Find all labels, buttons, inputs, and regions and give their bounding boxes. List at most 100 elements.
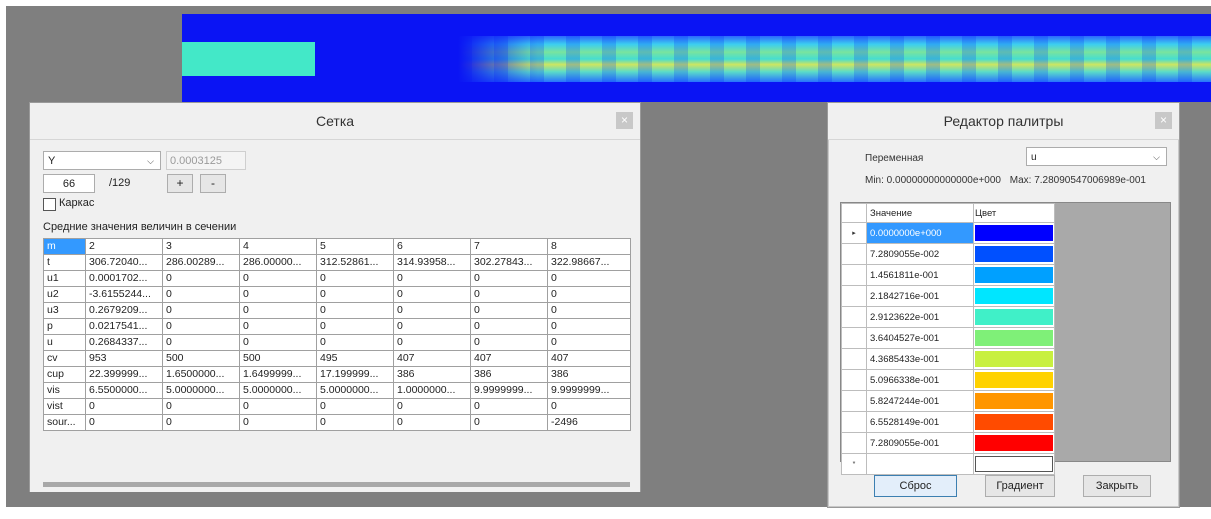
- table-row-label[interactable]: t: [43, 254, 86, 271]
- table-cell[interactable]: -2496: [547, 414, 631, 431]
- table-cell[interactable]: 0: [316, 414, 394, 431]
- table-cell[interactable]: 407: [393, 350, 471, 367]
- table-cell[interactable]: 0: [162, 334, 240, 351]
- palette-window-close-button[interactable]: ×: [1155, 112, 1172, 129]
- table-cell[interactable]: 0: [239, 398, 317, 415]
- palette-value-cell[interactable]: 7.2809055e-001: [866, 432, 974, 454]
- table-cell[interactable]: 0: [547, 270, 631, 287]
- table-cell[interactable]: 312.52861...: [316, 254, 394, 271]
- table-row[interactable]: vist 0 0 0 0 0 0 0: [43, 398, 631, 415]
- palette-color-cell[interactable]: [973, 243, 1055, 265]
- table-cell[interactable]: 6: [393, 238, 471, 255]
- palette-value-cell[interactable]: [866, 453, 974, 475]
- color-column-header[interactable]: Цвет: [973, 203, 1055, 223]
- table-cell[interactable]: 5.0000000...: [239, 382, 317, 399]
- table-cell[interactable]: 9.9999999...: [547, 382, 631, 399]
- table-cell[interactable]: 5.0000000...: [316, 382, 394, 399]
- palette-value-cell[interactable]: 1.4561811e-001: [866, 264, 974, 286]
- table-cell[interactable]: 0: [470, 302, 548, 319]
- table-cell[interactable]: 286.00000...: [239, 254, 317, 271]
- reset-button[interactable]: Сброс: [874, 475, 957, 497]
- palette-row[interactable]: 5.0966338e-001: [841, 369, 1055, 391]
- table-cell[interactable]: 386: [547, 366, 631, 383]
- palette-value-cell[interactable]: 2.9123622e-001: [866, 306, 974, 328]
- table-cell[interactable]: 0: [547, 334, 631, 351]
- palette-row[interactable]: 1.4561811e-001: [841, 264, 1055, 286]
- table-cell[interactable]: 0: [393, 414, 471, 431]
- table-cell[interactable]: 500: [162, 350, 240, 367]
- table-cell[interactable]: 0.0217541...: [85, 318, 163, 335]
- palette-color-cell[interactable]: [973, 327, 1055, 349]
- table-cell[interactable]: 0: [316, 318, 394, 335]
- table-cell[interactable]: 6.5500000...: [85, 382, 163, 399]
- table-cell[interactable]: 407: [470, 350, 548, 367]
- palette-color-cell[interactable]: [973, 306, 1055, 328]
- table-cell[interactable]: 0: [393, 302, 471, 319]
- table-cell[interactable]: 22.399999...: [85, 366, 163, 383]
- table-row[interactable]: sour... 0 0 0 0 0 0 -2496: [43, 414, 631, 431]
- row-indicator[interactable]: [841, 390, 867, 412]
- section-averages-table[interactable]: m 2 3 4 5 6 7 8 t 306.72040... 286.00289... 286.000…: [43, 238, 631, 431]
- variable-select[interactable]: u ⌵: [1026, 147, 1167, 166]
- flow-visualization[interactable]: [182, 14, 1211, 102]
- table-cell[interactable]: 0: [470, 398, 548, 415]
- palette-grid[interactable]: Значение Цвет ▸ 0.0000000e+000 7.2809055e-…: [840, 202, 1171, 475]
- table-row[interactable]: cv 953 500 500 495 407 407 407: [43, 350, 631, 367]
- table-cell[interactable]: 0: [547, 318, 631, 335]
- row-indicator[interactable]: [841, 348, 867, 370]
- table-cell[interactable]: 0: [239, 270, 317, 287]
- table-row[interactable]: p 0.0217541... 0 0 0 0 0 0: [43, 318, 631, 335]
- palette-color-cell[interactable]: [973, 453, 1055, 475]
- table-cell[interactable]: 0: [393, 318, 471, 335]
- table-row[interactable]: cup 22.399999... 1.6500000... 1.6499999... 1…: [43, 366, 631, 383]
- table-cell[interactable]: 0: [239, 302, 317, 319]
- palette-color-cell[interactable]: [973, 264, 1055, 286]
- palette-window-titlebar[interactable]: Редактор палитры ×: [828, 103, 1179, 139]
- table-cell[interactable]: 0: [239, 334, 317, 351]
- axis-select[interactable]: Y ⌵: [43, 151, 161, 170]
- table-cell[interactable]: 5.0000000...: [162, 382, 240, 399]
- table-cell[interactable]: 0: [316, 302, 394, 319]
- table-cell[interactable]: 322.98667...: [547, 254, 631, 271]
- value-column-header[interactable]: Значение: [866, 203, 974, 223]
- table-cell[interactable]: 500: [239, 350, 317, 367]
- grid-window-close-button[interactable]: ×: [616, 112, 633, 129]
- palette-row[interactable]: 3.6404527e-001: [841, 327, 1055, 349]
- table-row[interactable]: u 0.2684337... 0 0 0 0 0 0: [43, 334, 631, 351]
- table-cell[interactable]: 0: [470, 318, 548, 335]
- palette-row[interactable]: 5.8247244e-001: [841, 390, 1055, 412]
- table-cell[interactable]: 0.2684337...: [85, 334, 163, 351]
- palette-value-cell[interactable]: 5.0966338e-001: [866, 369, 974, 391]
- palette-color-cell[interactable]: [973, 285, 1055, 307]
- table-cell[interactable]: 0: [547, 302, 631, 319]
- table-cell[interactable]: 0: [316, 398, 394, 415]
- table-row[interactable]: u2 -3.6155244... 0 0 0 0 0 0: [43, 286, 631, 303]
- table-cell[interactable]: 0: [162, 302, 240, 319]
- table-cell[interactable]: 0: [547, 398, 631, 415]
- horizontal-scrollbar[interactable]: [43, 482, 630, 487]
- table-cell[interactable]: 0: [316, 334, 394, 351]
- table-row-label[interactable]: u3: [43, 302, 86, 319]
- current-row-indicator[interactable]: ▸: [841, 222, 867, 244]
- palette-value-cell[interactable]: 3.6404527e-001: [866, 327, 974, 349]
- row-indicator[interactable]: [841, 432, 867, 454]
- palette-new-row[interactable]: *: [841, 453, 1055, 475]
- table-row-label[interactable]: u: [43, 334, 86, 351]
- table-cell[interactable]: 0: [316, 270, 394, 287]
- table-header-row[interactable]: m2345678: [43, 238, 631, 255]
- table-row[interactable]: t 306.72040... 286.00289... 286.00000... 312…: [43, 254, 631, 271]
- table-cell[interactable]: 0: [239, 286, 317, 303]
- palette-row[interactable]: 6.5528149e-001: [841, 411, 1055, 433]
- table-cell[interactable]: 17.199999...: [316, 366, 394, 383]
- palette-color-cell[interactable]: [973, 222, 1055, 244]
- table-cell[interactable]: 0: [162, 270, 240, 287]
- palette-row[interactable]: 7.2809055e-002: [841, 243, 1055, 265]
- table-row-label[interactable]: m: [43, 238, 86, 255]
- table-row-label[interactable]: u2: [43, 286, 86, 303]
- palette-color-cell[interactable]: [973, 348, 1055, 370]
- table-cell[interactable]: 286.00289...: [162, 254, 240, 271]
- table-cell[interactable]: 0: [162, 414, 240, 431]
- table-row[interactable]: u1 0.0001702... 0 0 0 0 0 0: [43, 270, 631, 287]
- palette-color-cell[interactable]: [973, 369, 1055, 391]
- table-cell[interactable]: 0: [393, 286, 471, 303]
